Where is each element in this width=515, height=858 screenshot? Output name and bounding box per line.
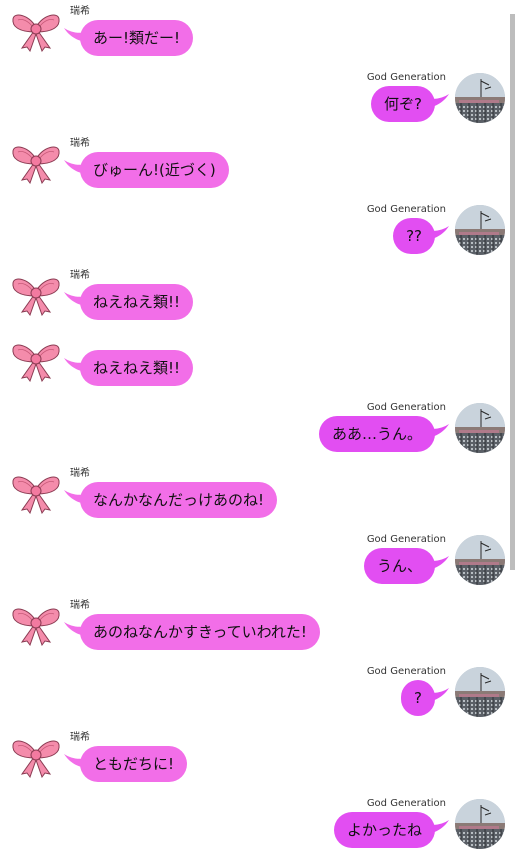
message-row: God Generation?? xyxy=(0,204,510,264)
message-bubble[interactable]: ねえねえ類!! xyxy=(80,350,194,386)
message-bubble[interactable]: ああ…うん。 xyxy=(318,416,435,452)
message-row: God Generation よかったね xyxy=(0,798,510,858)
sender-name: 瑞希 xyxy=(70,600,90,611)
message-row: 瑞希なんかなんだっけあのね! xyxy=(0,468,510,528)
message-row: 瑞希あのねなんかすきっていわれた! xyxy=(0,600,510,660)
message-row: God Generation うん、 xyxy=(0,534,510,594)
message-row: 瑞希あー!類だー! xyxy=(0,6,510,66)
ribbon-avatar-icon[interactable] xyxy=(10,604,62,647)
photo-avatar[interactable] xyxy=(455,73,505,123)
message-bubble[interactable]: なんかなんだっけあのね! xyxy=(80,482,278,518)
message-bubble[interactable]: ?? xyxy=(393,218,435,254)
scrollbar[interactable] xyxy=(510,14,515,570)
message-row: 瑞希ねえねえ類!! xyxy=(0,270,510,330)
sender-name: God Generation xyxy=(366,402,446,413)
message-row: ねえねえ類!! xyxy=(0,336,510,396)
message-bubble[interactable]: よかったね xyxy=(333,812,435,848)
message-bubble[interactable]: あのねなんかすきっていわれた! xyxy=(80,614,320,650)
ribbon-avatar-icon[interactable] xyxy=(10,472,62,515)
ribbon-avatar-icon[interactable] xyxy=(10,142,62,185)
message-row: God Generation ああ…うん。 xyxy=(0,402,510,462)
sender-name: 瑞希 xyxy=(70,270,90,281)
message-bubble[interactable]: あー!類だー! xyxy=(80,20,194,56)
message-row: God Generation? xyxy=(0,666,510,726)
sender-name: God Generation xyxy=(366,798,446,809)
message-bubble[interactable]: 何ぞ? xyxy=(371,86,435,122)
photo-avatar[interactable] xyxy=(455,403,505,453)
photo-avatar[interactable] xyxy=(455,799,505,849)
sender-name: 瑞希 xyxy=(70,138,90,149)
sender-name: God Generation xyxy=(366,204,446,215)
sender-name: 瑞希 xyxy=(70,732,90,743)
photo-avatar[interactable] xyxy=(455,667,505,717)
ribbon-avatar-icon[interactable] xyxy=(10,10,62,53)
message-row: 瑞希ともだちに! xyxy=(0,732,510,792)
ribbon-avatar-icon[interactable] xyxy=(10,340,62,383)
photo-avatar[interactable] xyxy=(455,535,505,585)
sender-name: God Generation xyxy=(366,666,446,677)
message-bubble[interactable]: びゅーん!(近づく) xyxy=(80,152,229,188)
message-bubble[interactable]: ともだちに! xyxy=(80,746,188,782)
ribbon-avatar-icon[interactable] xyxy=(10,736,62,779)
photo-avatar[interactable] xyxy=(455,205,505,255)
message-bubble[interactable]: うん、 xyxy=(363,548,435,584)
chat-message-list[interactable]: 瑞希 あー!類だー! God Generation 何ぞ? 瑞希 びゅーん!(近づく)… xyxy=(0,0,510,857)
message-bubble[interactable]: ねえねえ類!! xyxy=(80,284,194,320)
ribbon-avatar-icon[interactable] xyxy=(10,274,62,317)
message-row: 瑞希びゅーん!(近づく) xyxy=(0,138,510,198)
message-row: God Generation 何ぞ? xyxy=(0,72,510,132)
message-bubble[interactable]: ? xyxy=(401,680,435,716)
sender-name: God Generation xyxy=(366,534,446,545)
sender-name: 瑞希 xyxy=(70,468,90,479)
sender-name: 瑞希 xyxy=(70,6,90,17)
sender-name: God Generation xyxy=(366,72,446,83)
